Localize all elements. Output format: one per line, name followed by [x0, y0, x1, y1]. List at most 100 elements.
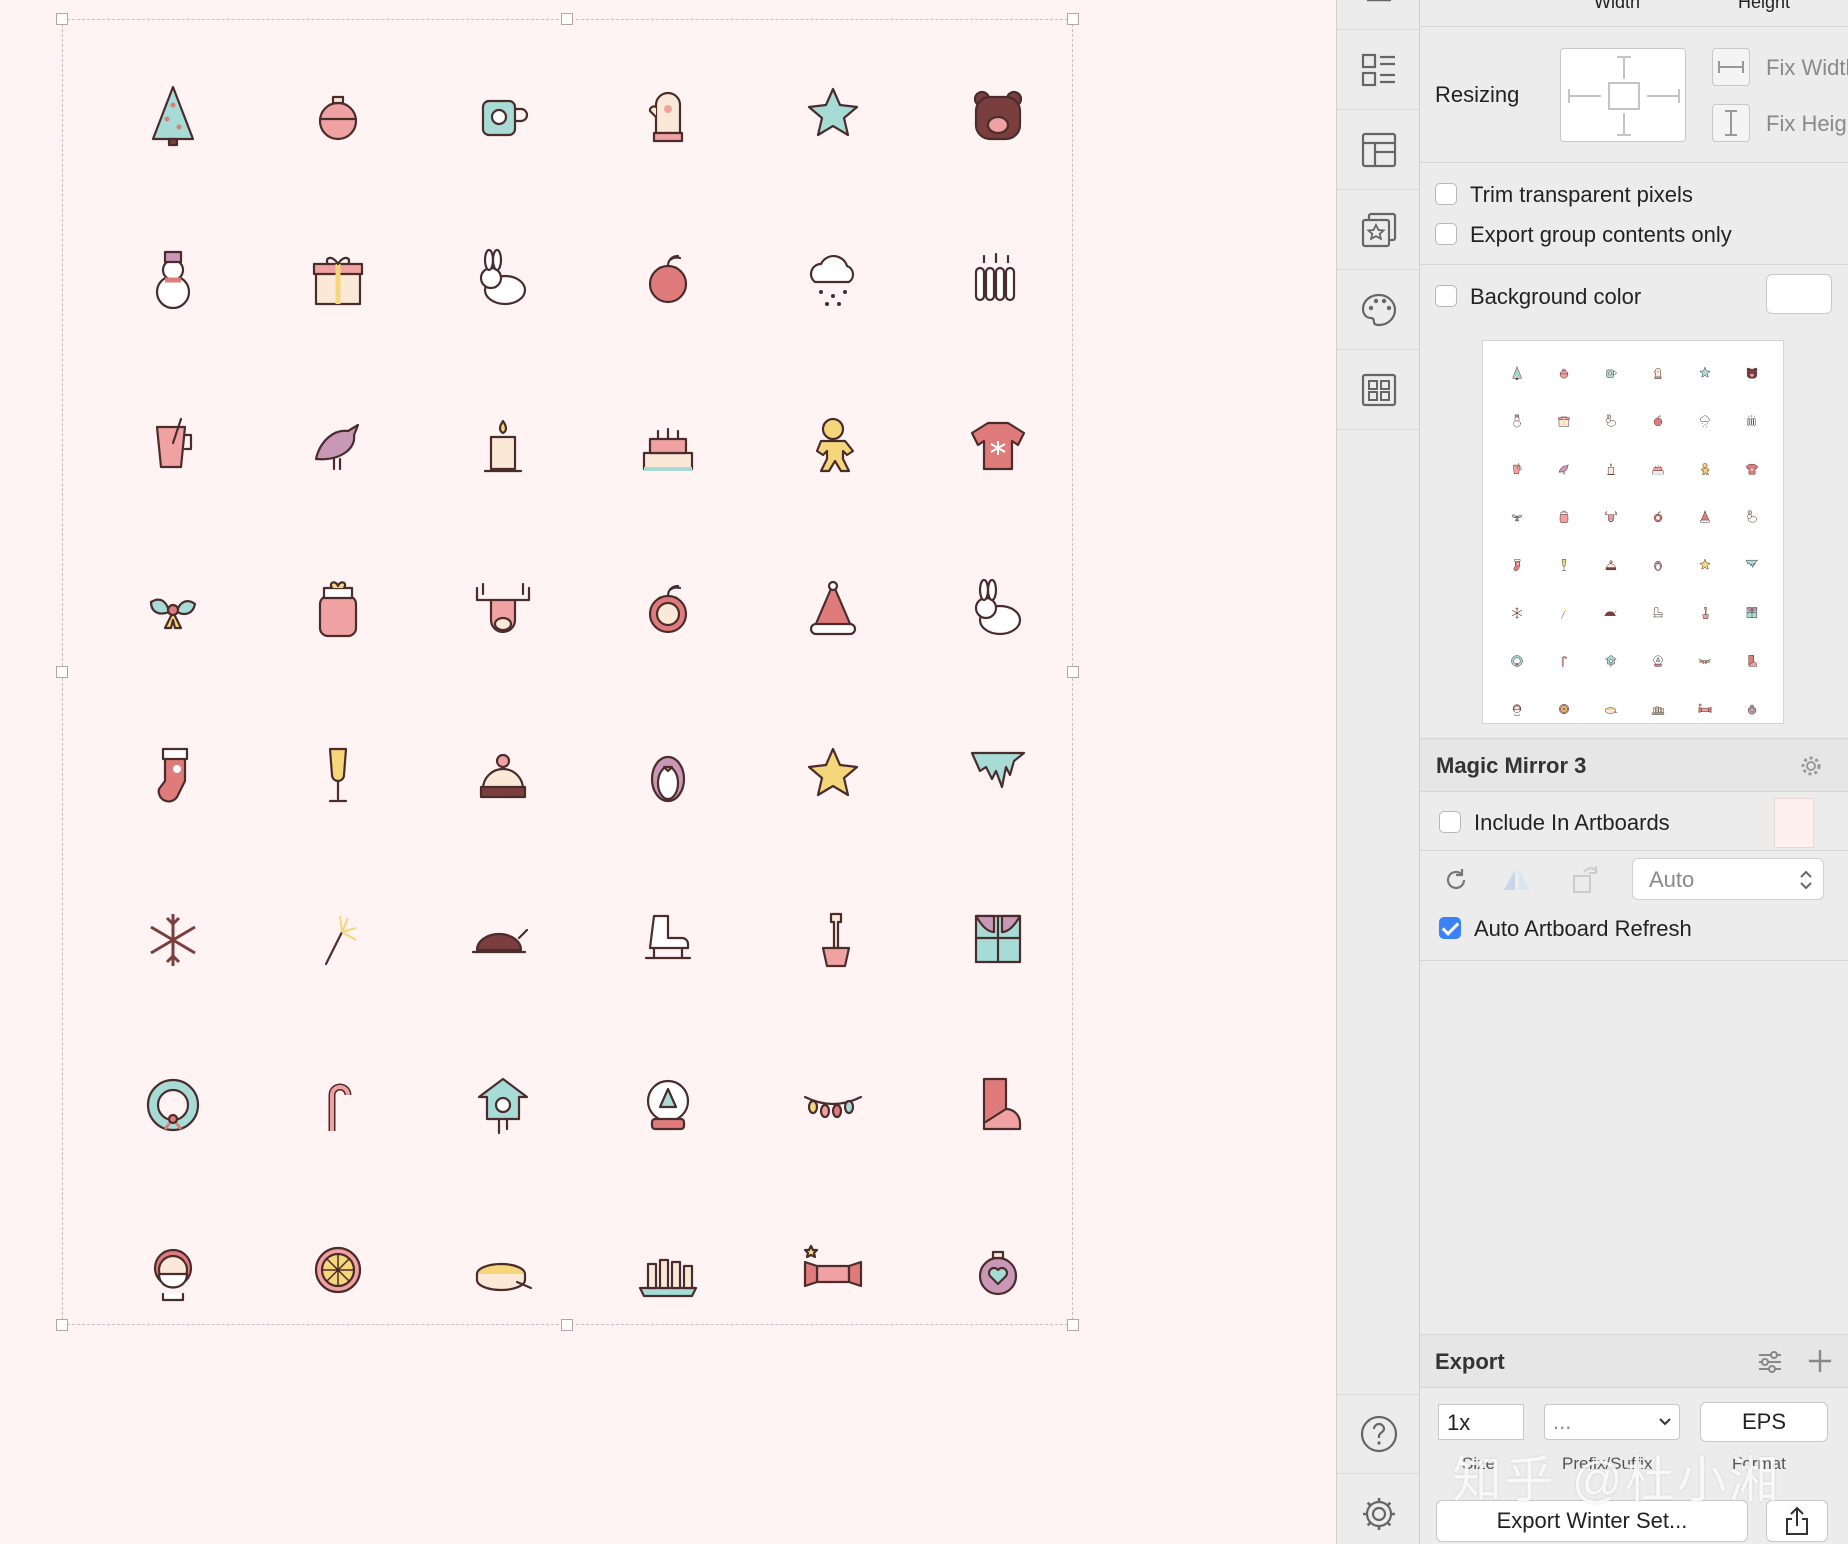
- icon-cell[interactable]: [585, 857, 750, 1022]
- icon-cell[interactable]: [750, 1022, 915, 1187]
- icon-cell[interactable]: [90, 527, 255, 692]
- tab-layout[interactable]: [1337, 110, 1421, 190]
- background-color-checkbox[interactable]: [1435, 285, 1457, 307]
- cracker-candy-icon: [1698, 703, 1711, 713]
- icon-cell[interactable]: [420, 197, 585, 362]
- icon-cell[interactable]: [90, 857, 255, 1022]
- icon-cell[interactable]: [255, 1022, 420, 1187]
- icon-cell[interactable]: [90, 1187, 255, 1352]
- wreath-icon: [146, 1078, 199, 1131]
- mirror-mode-select[interactable]: Auto: [1632, 858, 1824, 900]
- icon-cell[interactable]: [750, 692, 915, 857]
- icon-cell[interactable]: [420, 527, 585, 692]
- icon-cell[interactable]: [915, 692, 1080, 857]
- candy-cane-icon: [328, 1083, 351, 1131]
- icon-cell[interactable]: [750, 197, 915, 362]
- tab-layers[interactable]: [1337, 30, 1421, 110]
- icon-cell[interactable]: [420, 857, 585, 1022]
- settings-button[interactable]: [1337, 1474, 1421, 1544]
- help-button[interactable]: [1337, 1394, 1421, 1474]
- selection-handle-tc[interactable]: [561, 13, 573, 25]
- fix-height-toggle[interactable]: [1712, 104, 1750, 142]
- icon-cell[interactable]: [915, 197, 1080, 362]
- icon-cell[interactable]: [585, 1187, 750, 1352]
- bunny-icon: [1746, 510, 1757, 523]
- icon-grid: [90, 32, 1080, 1352]
- gear-icon[interactable]: [1798, 753, 1824, 779]
- preview-icon-cell: [1493, 445, 1540, 493]
- tab-symbols[interactable]: [1337, 190, 1421, 270]
- mirror-flip-icon[interactable]: [1500, 866, 1534, 894]
- icon-cell[interactable]: [90, 692, 255, 857]
- icon-cell[interactable]: [585, 1022, 750, 1187]
- tool-top-partial[interactable]: [1337, 0, 1421, 30]
- tab-styles[interactable]: [1337, 270, 1421, 350]
- santa-icon: [1512, 704, 1521, 716]
- sparkler-icon: [1560, 607, 1568, 619]
- resizing-constraints-widget[interactable]: [1560, 48, 1686, 142]
- icon-cell[interactable]: [255, 857, 420, 1022]
- boot-icon: [1748, 655, 1757, 667]
- icon-cell[interactable]: [420, 362, 585, 527]
- icon-cell[interactable]: [915, 1187, 1080, 1352]
- selection-handle-tr[interactable]: [1067, 13, 1079, 25]
- watermark: 知乎 @杜小湘: [1452, 1452, 1781, 1508]
- icon-cell[interactable]: [750, 362, 915, 527]
- export-prefix-value: ...: [1553, 1409, 1572, 1434]
- icon-cell[interactable]: [915, 362, 1080, 527]
- icon-cell[interactable]: [585, 362, 750, 527]
- selection-handle-bl[interactable]: [56, 1319, 68, 1331]
- preview-icon-cell: [1587, 685, 1634, 733]
- icon-cell[interactable]: [750, 857, 915, 1022]
- include-in-artboards-checkbox[interactable]: [1439, 811, 1461, 833]
- tab-plugins[interactable]: [1337, 350, 1421, 430]
- bauble-icon: [1559, 368, 1568, 379]
- add-export-icon[interactable]: [1806, 1347, 1834, 1375]
- icon-cell[interactable]: [585, 32, 750, 197]
- icon-cell[interactable]: [915, 32, 1080, 197]
- icon-cell[interactable]: [915, 857, 1080, 1022]
- auto-artboard-refresh-checkbox[interactable]: [1439, 917, 1461, 939]
- icon-cell[interactable]: [915, 1022, 1080, 1187]
- icon-cell[interactable]: [750, 527, 915, 692]
- export-title: Export: [1435, 1349, 1505, 1374]
- icon-cell[interactable]: [585, 197, 750, 362]
- icon-cell[interactable]: [420, 32, 585, 197]
- icon-cell[interactable]: [420, 1022, 585, 1187]
- icon-cell[interactable]: [255, 197, 420, 362]
- trim-transparent-checkbox[interactable]: [1435, 183, 1457, 205]
- icon-cell[interactable]: [90, 197, 255, 362]
- icon-cell[interactable]: [255, 1187, 420, 1352]
- ice-skate-icon: [644, 914, 691, 959]
- icon-cell[interactable]: [420, 1187, 585, 1352]
- export-group-checkbox[interactable]: [1435, 223, 1457, 245]
- orange-slice-icon: [1558, 703, 1569, 715]
- icon-cell[interactable]: [585, 692, 750, 857]
- icon-cell[interactable]: [915, 527, 1080, 692]
- background-color-swatch[interactable]: [1766, 274, 1832, 314]
- icon-cell[interactable]: [255, 362, 420, 527]
- icon-cell[interactable]: [255, 527, 420, 692]
- icon-cell[interactable]: [90, 1022, 255, 1187]
- refresh-icon[interactable]: [1442, 866, 1470, 894]
- export-prefix-select[interactable]: ...: [1544, 1404, 1680, 1440]
- bird-icon: [1558, 464, 1569, 475]
- icon-cell[interactable]: [750, 32, 915, 197]
- rotate-artboard-icon[interactable]: [1570, 862, 1602, 896]
- star-icon: [1699, 559, 1710, 570]
- fix-width-toggle[interactable]: [1712, 48, 1750, 86]
- export-format-button[interactable]: EPS: [1700, 1402, 1828, 1442]
- selection-handle-tl[interactable]: [56, 13, 68, 25]
- canvas[interactable]: [0, 0, 1336, 1544]
- export-size-input[interactable]: 1x: [1438, 1404, 1524, 1440]
- icon-cell[interactable]: [585, 527, 750, 692]
- icon-cell[interactable]: [750, 1187, 915, 1352]
- sliders-icon[interactable]: [1756, 1349, 1784, 1375]
- icon-cell[interactable]: [420, 692, 585, 857]
- icon-cell[interactable]: [255, 32, 420, 197]
- icon-cell[interactable]: [90, 32, 255, 197]
- icon-cell[interactable]: [255, 692, 420, 857]
- icon-cell[interactable]: [90, 362, 255, 527]
- selection-handle-ml[interactable]: [56, 666, 68, 678]
- fix-height-label: Fix Height: [1766, 111, 1848, 136]
